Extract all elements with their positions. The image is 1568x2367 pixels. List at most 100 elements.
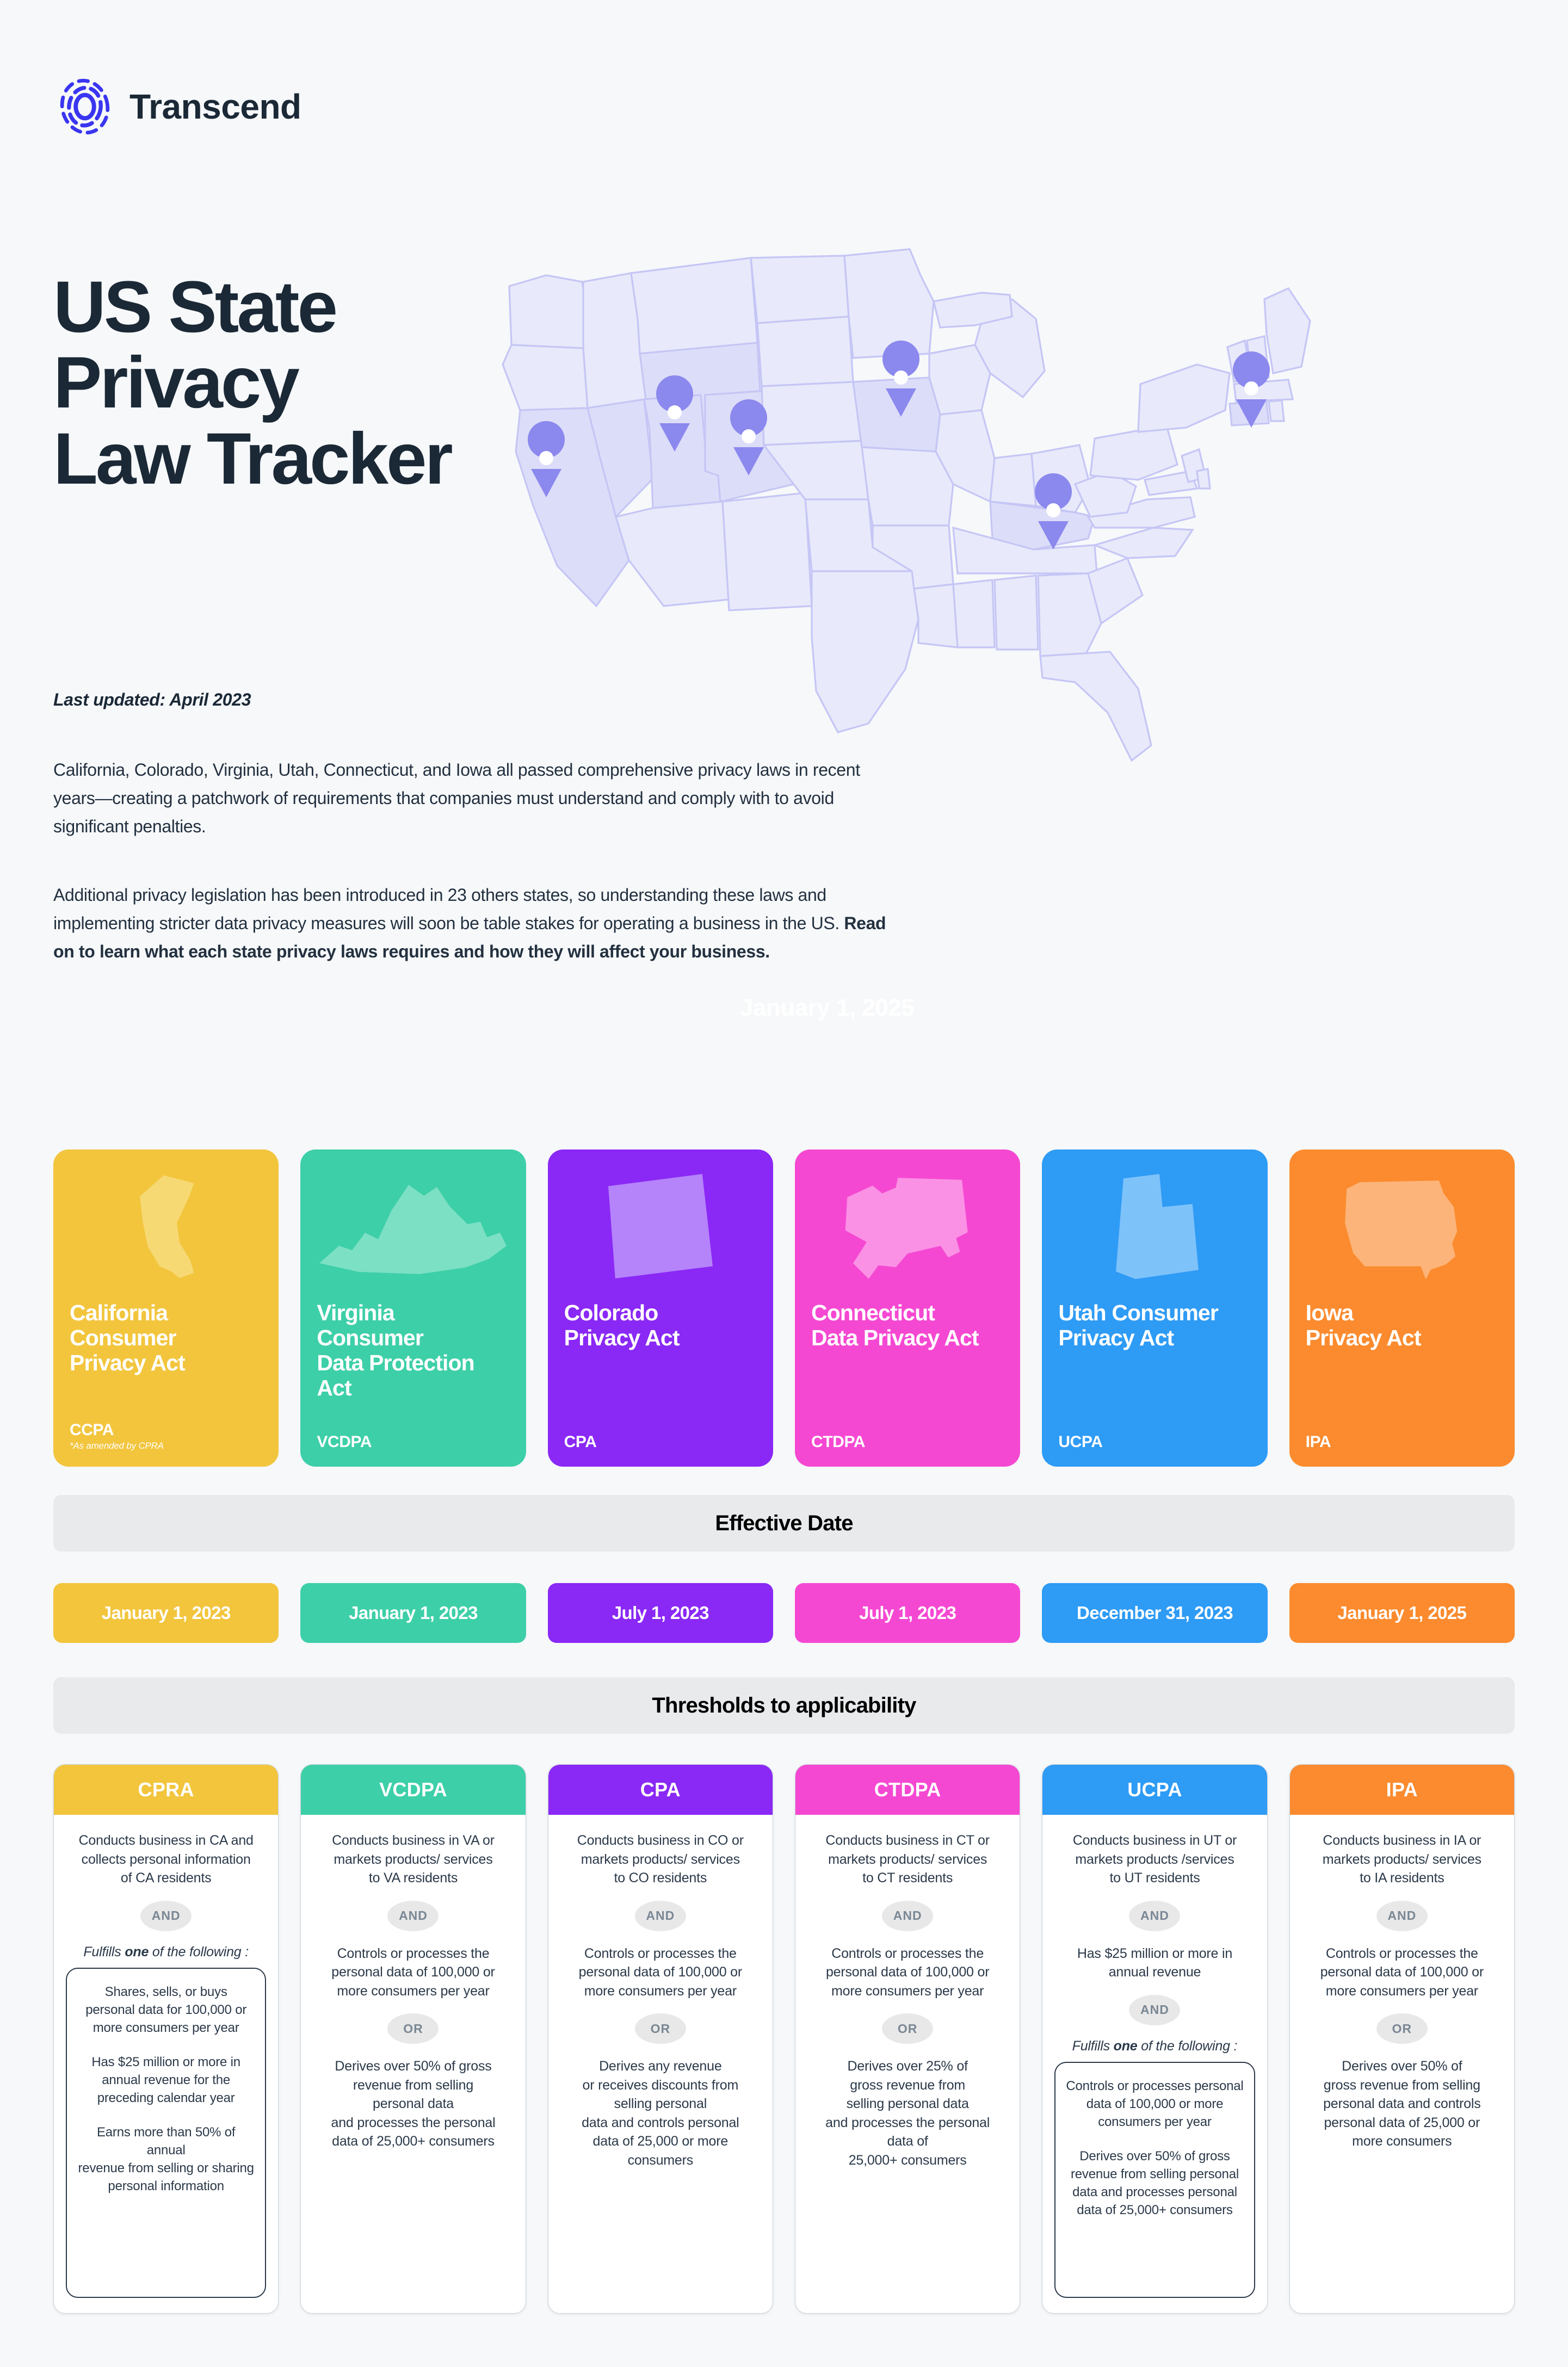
state-law-card-abbreviation: CPA	[564, 1433, 597, 1451]
effective-date-pill: January 1, 2025	[1289, 1583, 1515, 1643]
state-law-card-abbreviation: CTDPA	[811, 1433, 866, 1451]
ghost-effective-date: January 1, 2025	[740, 994, 915, 1021]
threshold-criterion: Has $25 million or more in annual revenu…	[1077, 1945, 1233, 1980]
effective-date-pill: January 1, 2023	[300, 1583, 526, 1643]
threshold-criterion: Controls or processes the personal data …	[578, 1945, 743, 1999]
logic-connector-badge: OR	[634, 2013, 686, 2044]
effective-date-pill: July 1, 2023	[794, 1583, 1021, 1643]
state-law-card-title: Virginia Consumer Data Protection Act	[317, 1300, 474, 1400]
fulfill-prefix: Fulfills	[1072, 2038, 1114, 2054]
threshold-column-header: CTDPA	[795, 1765, 1020, 1815]
threshold-column: CPRA Conducts business in CA and collects…	[53, 1764, 279, 2314]
transcend-fingerprint-logo-icon	[60, 78, 110, 135]
connecticut-state-shape-icon	[795, 1166, 1020, 1291]
state-law-card-abbreviation: VCDPA	[317, 1433, 372, 1451]
threshold-criterion: Controls or processes the personal data …	[331, 1945, 495, 1999]
threshold-criterion: Conducts business in UT or markets produ…	[1072, 1833, 1237, 1886]
state-law-card[interactable]: Virginia Consumer Data Protection Act VCD…	[300, 1149, 526, 1467]
brand-wordmark: Transcend	[129, 87, 301, 126]
state-law-card-title: Connecticut Data Privacy Act	[811, 1300, 979, 1350]
logic-connector-badge: OR	[387, 2013, 439, 2044]
logic-connector-badge: OR	[882, 2013, 934, 2044]
state-law-card-title: Iowa Privacy Act	[1305, 1300, 1422, 1350]
threshold-criterion: Conducts business in IA or markets produ…	[1322, 1833, 1481, 1886]
threshold-column: UCPA Conducts business in UT or markets p…	[1042, 1764, 1268, 2314]
section-header-effective-date: Effective Date	[53, 1495, 1515, 1552]
state-law-card[interactable]: Iowa Privacy Act IPA	[1289, 1149, 1515, 1467]
fulfill-prefix: Fulfills	[83, 1944, 125, 1960]
fulfill-emphasis: one	[1113, 2038, 1138, 2054]
map-pin-connecticut	[1233, 351, 1270, 428]
threshold-column-header: VCDPA	[301, 1765, 526, 1815]
threshold-column: IPA Conducts business in IA or markets pr…	[1289, 1764, 1515, 2314]
logic-connector-badge: AND	[1129, 1900, 1181, 1931]
state-law-card-title: California Consumer Privacy Act	[70, 1300, 186, 1375]
threshold-column: CPA Conducts business in CO or markets pr…	[547, 1764, 773, 2314]
threshold-option: Derives over 50% of gross revenue from s…	[1070, 2148, 1239, 2218]
logic-connector-badge: OR	[1376, 2013, 1428, 2044]
threshold-criterion: Controls or processes the personal data …	[825, 1945, 990, 1999]
threshold-option: Shares, sells, or buys personal data for…	[85, 1984, 247, 2035]
threshold-options-box: Shares, sells, or buys personal data for…	[66, 1967, 267, 2298]
virginia-state-shape-icon	[300, 1166, 526, 1291]
state-law-card-title: Utah Consumer Privacy Act	[1058, 1300, 1218, 1350]
threshold-criterion: Derives any revenue or receives discount…	[582, 2059, 739, 2168]
intro-paragraph-2: Additional privacy legislation has been …	[53, 881, 891, 966]
last-updated-label: Last updated: April 2023	[53, 690, 251, 709]
threshold-column-header: IPA	[1289, 1765, 1514, 1815]
fulfill-one-label: Fulfills one of the following :	[83, 1944, 249, 1960]
state-law-card-abbreviation: CCPA	[70, 1421, 114, 1439]
page-title: US State Privacy Law Tracker	[53, 267, 453, 499]
colorado-state-shape-icon	[548, 1166, 773, 1291]
effective-date-pill: December 31, 2023	[1042, 1583, 1268, 1643]
map-pin-iowa	[882, 341, 920, 417]
threshold-criterion: Conducts business in VA or markets produ…	[332, 1833, 495, 1886]
state-law-card[interactable]: Utah Consumer Privacy Act UCPA	[1042, 1149, 1268, 1467]
threshold-column-header: CPA	[548, 1765, 773, 1815]
threshold-option: Has $25 million or more in annual revenu…	[91, 2054, 240, 2106]
state-law-card[interactable]: California Consumer Privacy Act CCPA *As a…	[53, 1149, 279, 1467]
logic-connector-badge: AND	[1129, 1994, 1181, 2025]
threshold-criterion: Controls or processes the personal data …	[1320, 1945, 1484, 1999]
threshold-column: CTDPA Conducts business in CT or markets …	[794, 1764, 1021, 2314]
effective-date-pill: July 1, 2023	[547, 1583, 773, 1643]
threshold-column-header: CPRA	[54, 1765, 279, 1815]
threshold-column: VCDPA Conducts business in VA or markets …	[300, 1764, 526, 2314]
fulfill-suffix: of the following :	[149, 1944, 249, 1960]
utah-state-shape-icon	[1042, 1166, 1267, 1291]
fulfill-emphasis: one	[125, 1944, 149, 1960]
intro-paragraph-2-lead: Additional privacy legislation has been …	[53, 885, 844, 933]
state-law-card-abbreviation: IPA	[1305, 1433, 1331, 1451]
threshold-criterion: Derives over 50% of gross revenue from s…	[331, 2059, 496, 2149]
map-pins	[528, 341, 1270, 549]
threshold-column-list: CPRA Conducts business in CA and collects…	[53, 1764, 1515, 2314]
map-pin-colorado	[730, 399, 768, 475]
state-law-card-abbreviation: UCPA	[1058, 1433, 1103, 1451]
brand-logo: Transcend	[54, 76, 301, 137]
threshold-options-box: Controls or processes personal data of 1…	[1054, 2061, 1255, 2298]
state-law-card[interactable]: Colorado Privacy Act CPA	[547, 1149, 773, 1467]
map-pin-kentucky	[1035, 473, 1072, 549]
map-pin-california	[528, 421, 565, 497]
logic-connector-badge: AND	[140, 1900, 192, 1931]
intro-paragraph-1: California, Colorado, Virginia, Utah, Co…	[53, 760, 860, 836]
fulfill-suffix: of the following :	[1137, 2038, 1238, 2054]
logic-connector-badge: AND	[1376, 1900, 1428, 1931]
effective-date-pill: January 1, 2023	[53, 1583, 279, 1643]
state-law-card-title: Colorado Privacy Act	[564, 1300, 680, 1350]
threshold-criterion: Derives over 25% of gross revenue from s…	[825, 2059, 990, 2168]
threshold-criterion: Conducts business in CO or markets produ…	[577, 1833, 744, 1886]
threshold-column-header: UCPA	[1042, 1765, 1267, 1815]
logic-connector-badge: AND	[634, 1900, 686, 1931]
logic-connector-badge: AND	[387, 1900, 439, 1931]
state-law-card-list: California Consumer Privacy Act CCPA *As a…	[53, 1149, 1515, 1467]
threshold-criterion: Derives over 50% of gross revenue from s…	[1323, 2059, 1481, 2149]
threshold-option: Earns more than 50% of annual revenue fr…	[78, 2125, 254, 2194]
state-law-card[interactable]: Connecticut Data Privacy Act CTDPA	[794, 1149, 1021, 1467]
effective-date-list: January 1, 2023 January 1, 2023 July 1, 20…	[53, 1583, 1515, 1643]
map-pin-utah	[656, 375, 694, 452]
fulfill-one-label: Fulfills one of the following :	[1072, 2038, 1238, 2054]
section-header-thresholds: Thresholds to applicability	[53, 1677, 1515, 1734]
logic-connector-badge: AND	[882, 1900, 934, 1931]
california-state-shape-icon	[53, 1166, 279, 1291]
